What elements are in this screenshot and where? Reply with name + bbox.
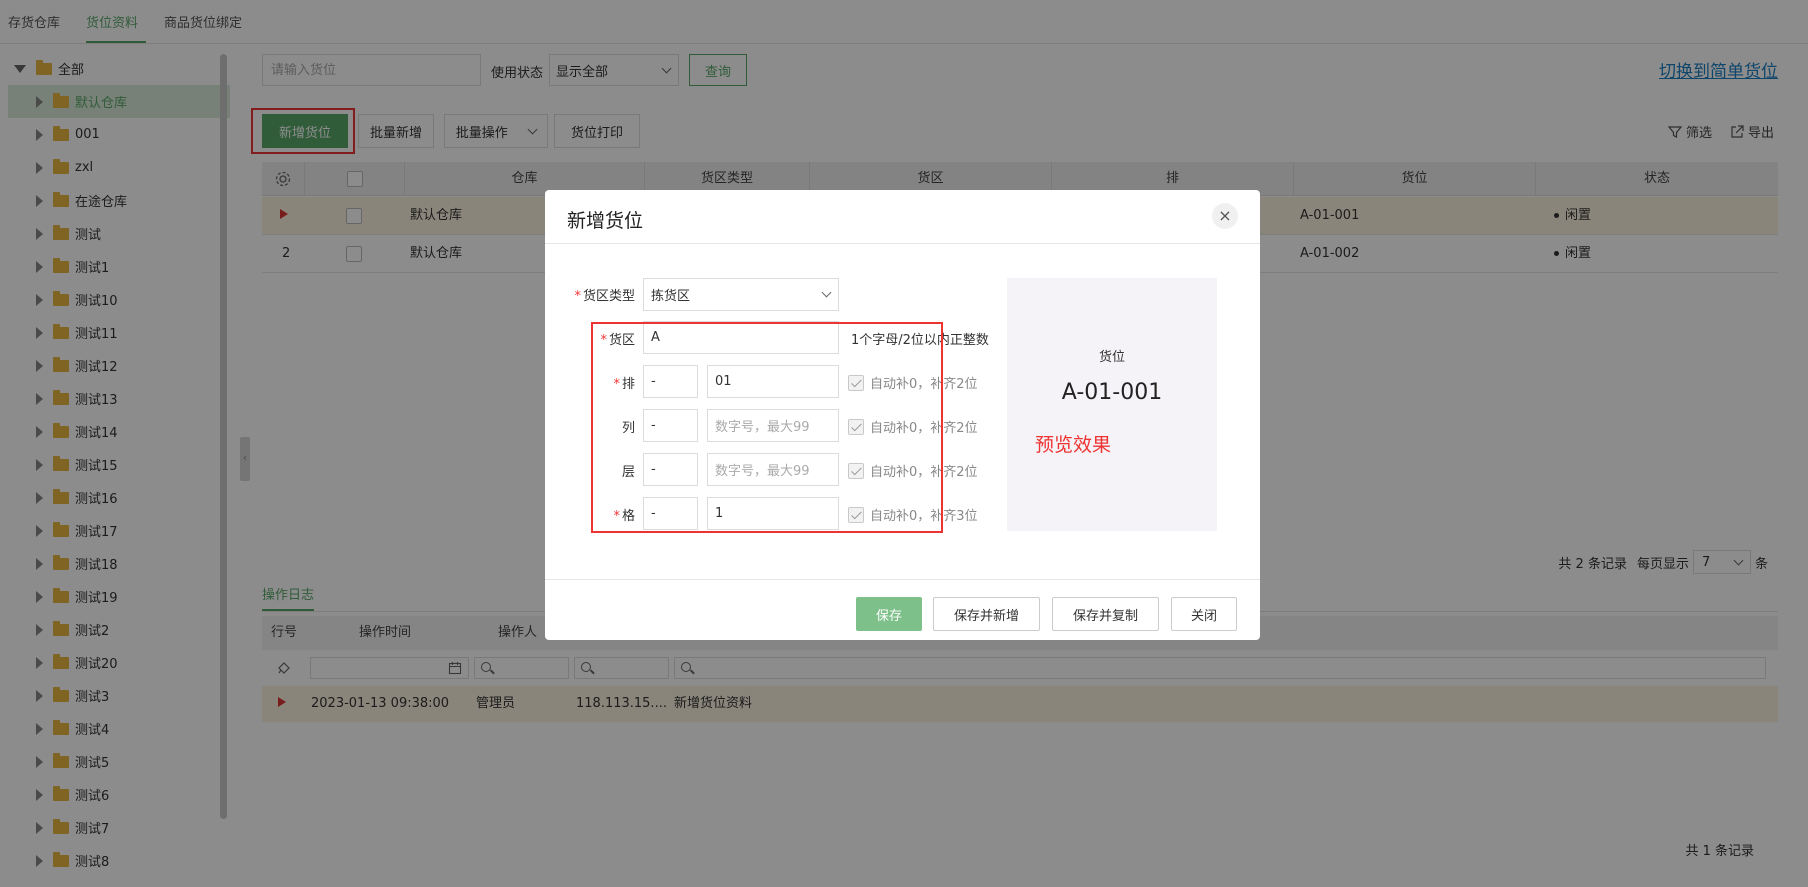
preview-label: 货位 <box>1098 350 1125 365</box>
save-and-copy-button[interactable]: 保存并复制 <box>1052 597 1159 631</box>
save-button[interactable]: 保存 <box>856 597 922 631</box>
annotation-highlight-fields <box>591 322 943 533</box>
zone-type-select[interactable]: 拣货区 <box>643 278 839 311</box>
preview-code: A-01-001 <box>1061 380 1163 405</box>
add-location-dialog: 新增货位 × * 货区类型 拣货区 * 货区 A 1个字母/2位以内正整数 * 排 -… <box>545 190 1260 640</box>
chevron-down-icon <box>821 287 832 298</box>
close-button[interactable]: 关闭 <box>1171 597 1237 631</box>
preview-annotation: 预览效果 <box>1035 434 1112 456</box>
save-and-new-button[interactable]: 保存并新增 <box>933 597 1040 631</box>
preview-panel: 货位 A-01-001 <box>1007 278 1217 531</box>
dialog-header-divider <box>545 243 1260 244</box>
dialog-title: 新增货位 <box>567 210 644 232</box>
zone-type-value: 拣货区 <box>651 289 691 304</box>
close-icon[interactable]: × <box>1212 203 1238 229</box>
dialog-footer-divider <box>545 579 1260 580</box>
zone-type-label: * 货区类型 <box>574 289 635 304</box>
